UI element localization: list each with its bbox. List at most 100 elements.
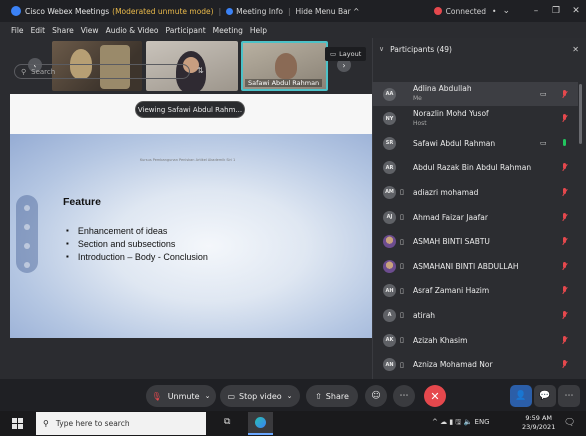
mic-muted-icon[interactable] (562, 237, 568, 246)
taskbar-webex-app[interactable] (248, 412, 273, 435)
title-bar-right: Connected • ⌄ – ❐ ✕ (433, 0, 586, 22)
avatar (383, 259, 396, 273)
participants-header: ∨ Participants (49) ✕ (373, 38, 586, 60)
participant-name: Asraf Zamani Hazim (413, 286, 490, 296)
title-separator: | (287, 6, 291, 16)
mic-on-icon[interactable] (562, 138, 568, 148)
avatar: SR (383, 136, 396, 150)
title-bar: Cisco Webex Meetings (Moderated unmute m… (0, 0, 586, 22)
zoom-in-icon[interactable] (24, 243, 30, 249)
system-tray[interactable]: ^ ☁ ▮ 🖫 🔈 ENG (432, 418, 490, 429)
unmute-button[interactable]: 🎙 Unmute ⌄ (146, 385, 216, 407)
slide-bullets: Enhancement of ideas Section and subsect… (66, 224, 208, 263)
participant-row[interactable]: AH ▯ Asraf Zamani Hazim (372, 279, 578, 303)
participant-row[interactable]: AK ▯ Azizah Khasim (372, 328, 578, 352)
avatar: AH (383, 284, 396, 298)
avatar (383, 235, 396, 249)
mic-muted-icon[interactable] (562, 163, 568, 172)
annotate-icon[interactable] (24, 224, 30, 230)
mic-muted-icon[interactable] (562, 212, 568, 222)
pointer-icon[interactable] (24, 205, 30, 211)
mic-muted-icon[interactable] (562, 261, 568, 271)
participant-row[interactable]: AJ ▯ Ahmad Faizar Jaafar (372, 205, 578, 229)
avatar: AR (383, 161, 396, 175)
menu-share[interactable]: Share (52, 26, 74, 35)
search-icon: ⚲ (43, 419, 49, 428)
menu-edit[interactable]: Edit (31, 26, 46, 35)
phone-icon: ▯ (400, 286, 404, 295)
participant-row[interactable]: ▯ ASMAH BINTI SABTU (372, 230, 578, 254)
participant-row[interactable]: NY Norazlin Mohd Yusof Host (372, 107, 578, 131)
menu-meeting[interactable]: Meeting (213, 26, 243, 35)
connection-bullet: • (492, 6, 497, 16)
participant-row[interactable]: A ▯ atirah (372, 303, 578, 327)
taskbar-clock[interactable]: 9:59 AM 23/9/2021 (522, 414, 555, 432)
chat-toggle-button[interactable]: 💬 (534, 385, 556, 407)
video-camera-icon: ▭ (540, 90, 547, 98)
end-meeting-button[interactable]: ✕ (424, 385, 446, 407)
taskbar-search-placeholder: Type here to search (55, 419, 130, 428)
layout-label: Layout (339, 50, 362, 58)
collapse-chevron-icon[interactable]: ∨ (379, 45, 384, 53)
close-panel-icon[interactable]: ✕ (572, 45, 579, 54)
participant-row[interactable]: AM ▯ adiazri mohamad (372, 180, 578, 204)
notification-icon[interactable]: 🗨 (564, 418, 575, 428)
connection-status-icon (433, 7, 442, 15)
participant-name: adiazri mohamad (413, 187, 479, 197)
mic-muted-icon[interactable] (562, 286, 568, 295)
menu-participant[interactable]: Participant (166, 26, 206, 35)
participant-row[interactable]: AA Adlina Abdullah Me ▭ (372, 82, 578, 106)
slide-bullet: Introduction – Body - Conclusion (66, 250, 208, 263)
restore-button[interactable]: ❐ (546, 6, 566, 16)
participant-row[interactable]: AR Abdul Razak Bin Abdul Rahman (372, 156, 578, 180)
muted-mic-icon: 🎙 (151, 391, 162, 401)
active-speaker-thumbnail[interactable]: Safawi Abdul Rahman (241, 41, 328, 91)
menu-audio-video[interactable]: Audio & Video (106, 26, 159, 35)
mic-muted-icon[interactable] (562, 114, 568, 123)
share-button[interactable]: ⇧ Share (306, 385, 358, 407)
mic-muted-icon[interactable] (562, 89, 568, 99)
mic-muted-icon[interactable] (562, 310, 568, 320)
zoom-out-icon[interactable] (24, 262, 30, 268)
phone-icon: ▯ (400, 188, 404, 197)
stop-video-button[interactable]: ▭ Stop video ⌄ (220, 385, 300, 407)
participant-row[interactable]: SR Safawi Abdul Rahman ▭ (372, 131, 578, 155)
more-options-button[interactable]: ⋯ (393, 385, 415, 407)
meeting-info-button[interactable]: Meeting Info (226, 7, 283, 16)
hide-menu-bar-button[interactable]: Hide Menu Bar ^ (295, 7, 359, 16)
minimize-button[interactable]: – (526, 6, 546, 16)
windows-start-icon[interactable] (12, 418, 23, 429)
avatar: AJ (383, 210, 396, 224)
avatar: AM (383, 185, 396, 199)
participant-row[interactable]: ▯ ASMAHANI BINTI ABDULLAH (372, 254, 578, 278)
more-panels-button[interactable]: ⋯ (558, 385, 580, 407)
menu-view[interactable]: View (81, 26, 99, 35)
menu-file[interactable]: File (11, 26, 24, 35)
title-separator: | (218, 6, 222, 16)
participants-scrollbar[interactable] (579, 84, 582, 144)
participant-search-input[interactable]: ⚲ Search (14, 64, 190, 79)
mic-muted-icon[interactable] (562, 335, 568, 345)
participants-toggle-button[interactable]: 👤 (510, 385, 532, 407)
share-label: Share (325, 391, 349, 401)
share-icon: ⇧ (315, 391, 322, 401)
layout-button[interactable]: ▭ Layout (325, 47, 367, 61)
participant-role: Host (413, 119, 427, 127)
taskbar-search-input[interactable]: ⚲ Type here to search (36, 412, 206, 435)
mic-muted-icon[interactable] (562, 360, 568, 369)
info-icon (226, 7, 234, 15)
reactions-button[interactable]: ☺ (365, 385, 387, 407)
clock-date: 23/9/2021 (522, 423, 556, 431)
menu-bar: File Edit Share View Audio & Video Parti… (0, 22, 372, 38)
task-view-icon[interactable]: ⧉ (224, 417, 230, 427)
chevron-down-icon[interactable]: ⌄ (502, 6, 510, 16)
participant-video (275, 53, 297, 79)
sort-icon[interactable]: ⇅ (197, 66, 204, 75)
participant-name: Adlina Abdullah (413, 84, 472, 93)
menu-help[interactable]: Help (250, 26, 267, 35)
stop-video-label: Stop video (239, 391, 282, 401)
viewing-label: Viewing Safawi Abdul Rahm... (135, 101, 245, 118)
mic-muted-icon[interactable] (562, 187, 568, 197)
participant-row[interactable]: AN ▯ Azniza Mohamad Nor (372, 353, 578, 377)
close-window-button[interactable]: ✕ (566, 6, 586, 16)
